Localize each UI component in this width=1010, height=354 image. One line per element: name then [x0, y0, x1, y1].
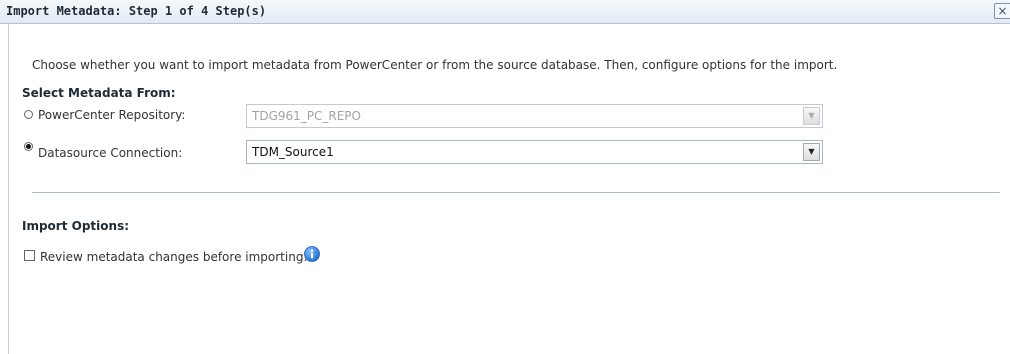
chevron-down-icon[interactable]: ▼	[803, 143, 820, 161]
close-button[interactable]: ×	[994, 3, 1010, 19]
import-options-heading: Import Options:	[22, 219, 130, 233]
review-metadata-label: Review metadata changes before importing…	[40, 250, 308, 264]
datasource-connection-select[interactable]: TDM_Source1 ▼	[246, 140, 823, 164]
instruction-text: Choose whether you want to import metada…	[32, 58, 838, 72]
dialog-title: Import Metadata: Step 1 of 4 Step(s)	[6, 4, 267, 18]
close-icon: ×	[997, 4, 1008, 18]
datasource-connection-value: TDM_Source1	[252, 145, 334, 159]
dialog-titlebar: Import Metadata: Step 1 of 4 Step(s) ×	[0, 0, 1010, 24]
dialog-body	[8, 24, 1010, 354]
datasource-connection-radio[interactable]	[24, 142, 33, 151]
powercenter-repository-label: PowerCenter Repository:	[38, 108, 186, 122]
section-divider	[32, 192, 1000, 193]
select-metadata-heading: Select Metadata From:	[22, 86, 176, 100]
powercenter-repository-radio[interactable]	[24, 110, 33, 119]
powercenter-repository-select[interactable]: TDG961_PC_REPO ▼	[246, 104, 823, 128]
chevron-down-icon[interactable]: ▼	[803, 107, 820, 125]
info-icon[interactable]	[304, 246, 320, 262]
datasource-connection-label: Datasource Connection:	[38, 146, 183, 160]
review-metadata-checkbox[interactable]	[24, 250, 35, 261]
powercenter-repository-value: TDG961_PC_REPO	[252, 109, 361, 123]
